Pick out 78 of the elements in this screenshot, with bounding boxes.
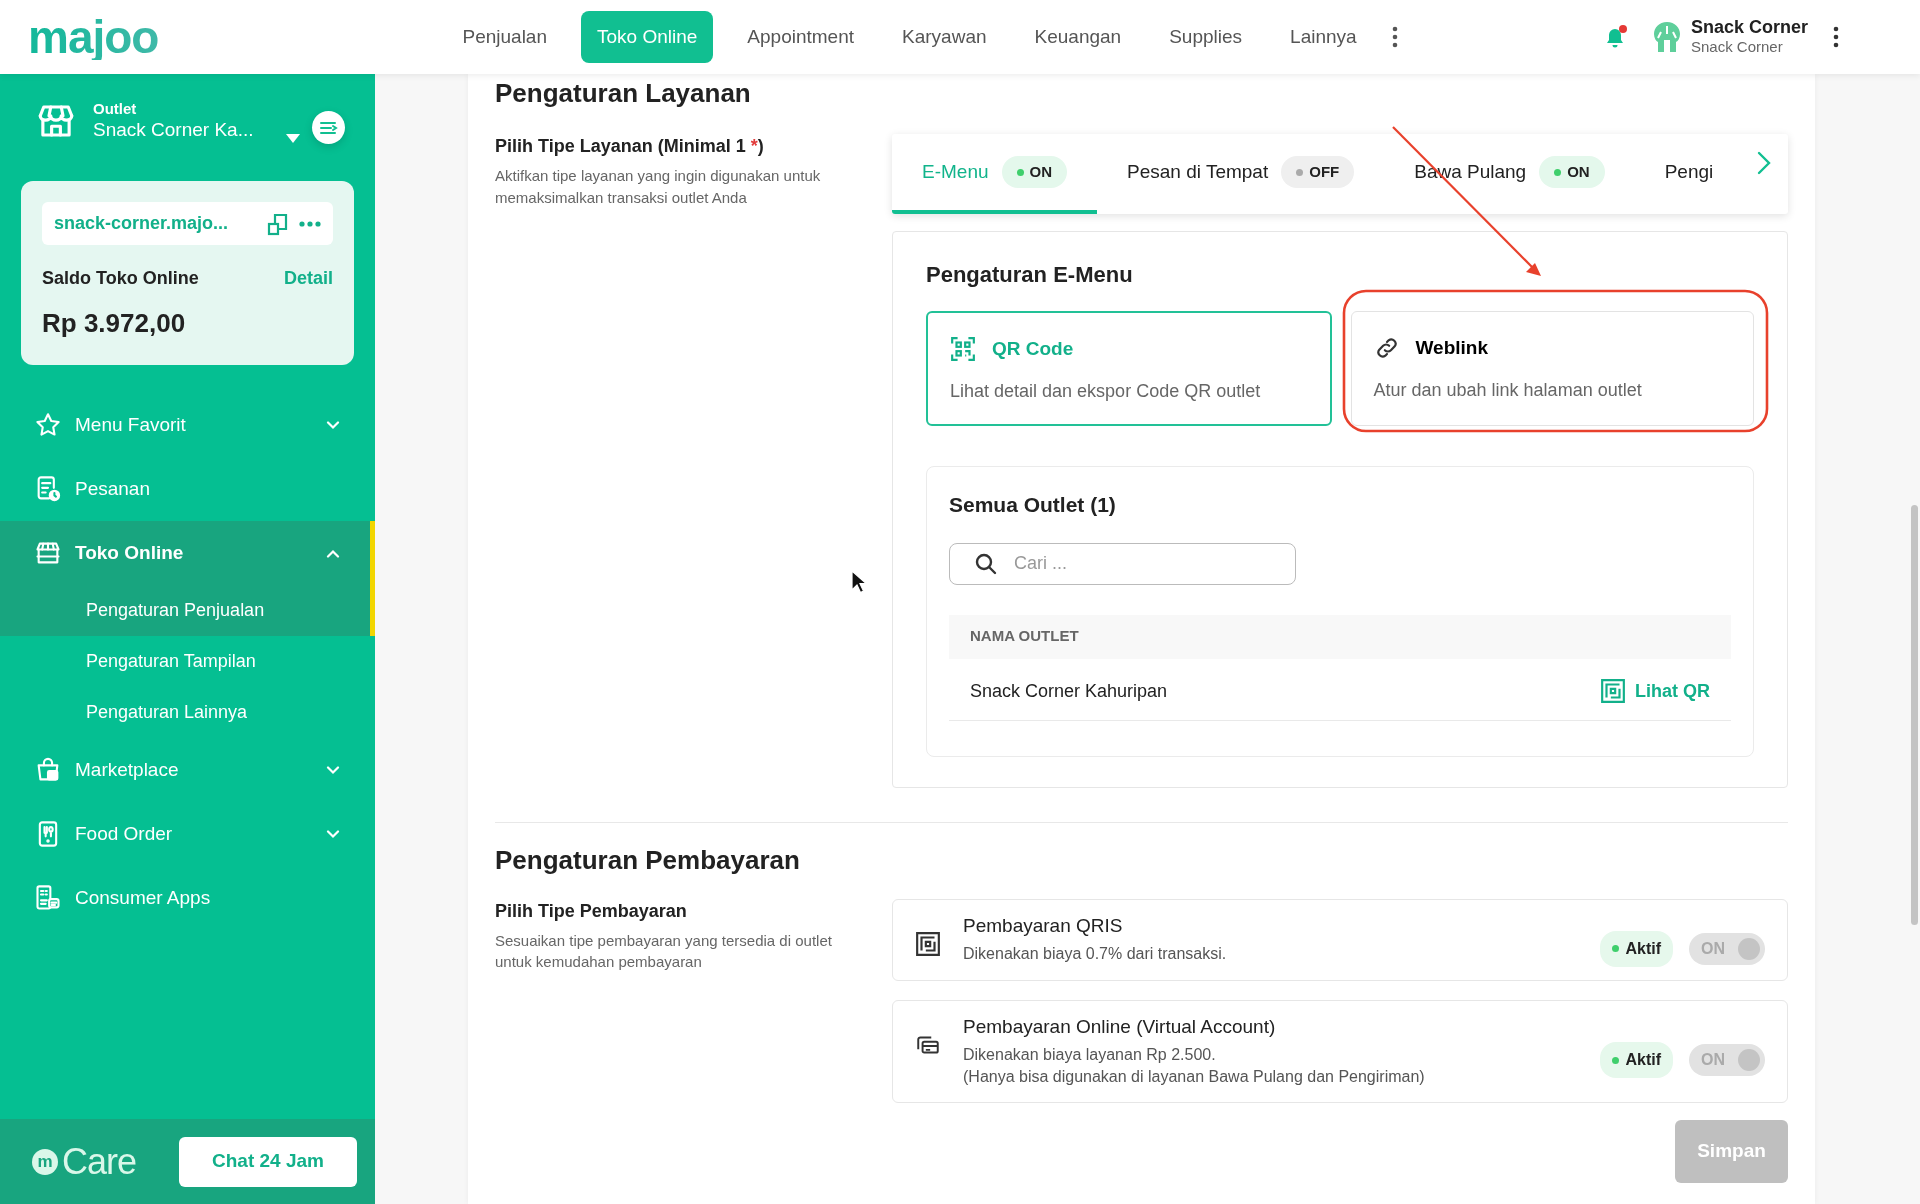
service-tab[interactable]: Pengi [1634,134,1744,214]
field-label: Pilih Tipe Layanan (Minimal 1 *) [495,135,765,158]
outlet-name[interactable]: Snack Corner Ka... [93,118,286,143]
table-cell-text: Snack Corner Kahuripan [970,679,1168,703]
dropdown-caret-icon[interactable] [286,134,300,143]
option-description: Lihat detail dan ekspor Code QR outlet [950,379,1262,403]
option-description: Atur dan ubah link halaman outlet [1373,378,1643,402]
payment-title: Pembayaran QRIS [963,913,1124,938]
user-name: Snack Corner [1690,18,1808,38]
search-field[interactable]: Cari ... [949,542,1296,585]
mouse-cursor-icon [851,570,867,594]
card-title: Semua Outlet (1) [949,492,1117,518]
balance-label: Saldo Toko Online [42,267,199,290]
service-tab[interactable]: Pesan di Tempat OFF [1097,134,1385,214]
sidebar-item[interactable]: Pesanan [0,457,375,521]
chat-button[interactable]: Chat 24 Jam [179,1136,357,1187]
menu-tab[interactable]: Karyawan [888,10,1001,64]
menu-tab[interactable]: Penjualan [448,10,561,64]
chevron-up-icon[interactable] [326,548,340,558]
menu-tab[interactable]: Toko Online [581,10,714,64]
menu-tab[interactable]: Lainnya [1276,10,1371,64]
frame-icon [1600,678,1626,704]
status-badge: OFF [1281,155,1355,189]
sidebar-item[interactable]: Menu Favorit [0,393,375,457]
care-logo: Care [62,1143,137,1180]
sidebar-item[interactable]: Consumer Apps [0,866,375,930]
status-badge: ON [1539,155,1605,189]
menu-tab[interactable]: Appointment [733,10,869,64]
panel-title: Pengaturan E-Menu [926,261,1134,289]
more-icon[interactable] [1390,26,1399,48]
option-card[interactable]: QR Code Lihat detail dan ekspor Code QR outlet [926,311,1332,426]
star-icon [34,411,62,439]
collapse-icon [319,120,338,135]
option-card[interactable]: Weblink Atur dan ubah link halaman outlet [1350,311,1754,426]
chevron-right-icon [1757,151,1771,175]
field-description: Aktifkan tipe layanan yang ingin digunakan untuk memaksimalkan transaksi outlet Anda [495,166,822,208]
status-badge: ON [1001,155,1068,189]
view-qr-link[interactable]: Lihat QR [1600,677,1710,705]
balance-amount: Rp 3.972,00 [42,307,187,340]
store-url: snack-corner.majo... [54,212,230,235]
sidebar-subitem[interactable]: Pengaturan Penjualan [0,585,375,636]
copy-icon[interactable] [267,211,289,236]
option-title: Weblink [1415,336,1488,360]
chevron-down-icon[interactable] [326,765,340,775]
section-title: Pengaturan Pembayaran [495,843,801,877]
field-description: Sesuaikan tipe pembayaran yang tersedia di outlet untuk kemudahan pembayaran [495,930,833,973]
column-header: NAMA OUTLET [970,626,1079,647]
payment-description: Dikenakan biaya 0.7% dari transaksi. [963,944,1228,965]
service-tab[interactable]: E-Menu ON [892,134,1098,214]
sidebar-item[interactable]: Toko Online [0,521,375,585]
section-title: Pengaturan Layanan [495,77,752,110]
outlet-label: Outlet [93,100,138,118]
document-icon [34,884,62,912]
sidebar-subitem[interactable]: Pengaturan Tampilan [0,636,375,687]
more-icon[interactable] [1832,26,1840,48]
care-logo-mark: m [32,1148,58,1175]
chevron-down-icon[interactable] [326,420,340,430]
field-label: Pilih Tipe Pembayaran [495,899,688,923]
status-badge: Aktif [1600,1042,1673,1079]
menu-tab[interactable]: Supplies [1155,10,1257,64]
sidebar-item[interactable]: Food Order [0,802,375,866]
status-badge: Aktif [1600,930,1673,967]
sidebar-subitem[interactable]: Pengaturan Lainnya [0,687,375,738]
payment-title: Pembayaran Online (Virtual Account) [963,1014,1277,1039]
search-icon [975,552,997,575]
payment-description: Dikenakan biaya layanan Rp 2.500. (Hanya bisa digunakan di layanan Bawa Pulang dan Pengiriman) [963,1045,1426,1088]
menu-tab[interactable]: Keuangan [1020,10,1136,64]
chevron-down-icon[interactable] [326,829,340,839]
detail-link[interactable]: Detail [283,265,333,292]
qr-code-icon [950,336,976,363]
next-button[interactable] [1756,150,1772,176]
option-title: QR Code [992,337,1074,361]
sidebar-item[interactable]: Marketplace [0,738,375,802]
collapse-button[interactable] [312,111,345,144]
user-subtitle: Snack Corner [1690,37,1784,56]
url-field[interactable]: snack-corner.majo... [42,202,333,245]
frame-icon [915,930,941,957]
scrollbar-thumb[interactable] [1911,505,1918,925]
